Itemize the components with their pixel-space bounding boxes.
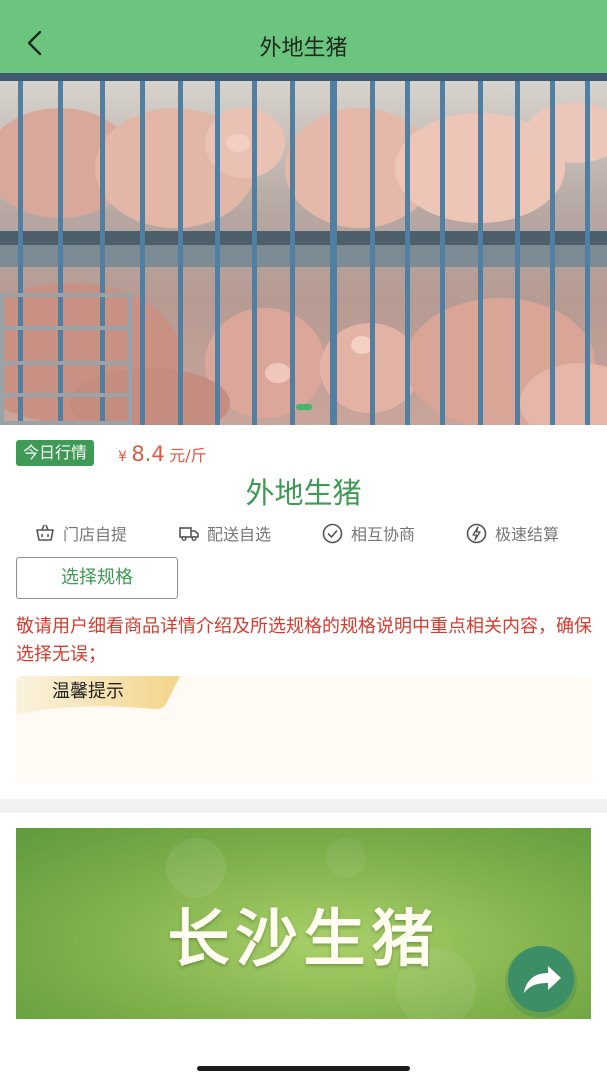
service-label: 极速结算: [495, 525, 560, 544]
share-button[interactable]: [497, 942, 585, 1018]
notice-text: 敬请用户细看商品详情介绍及所选规格的规格说明中重点相关内容，确保选择无误；: [16, 616, 592, 665]
pig-truck-photo: [0, 73, 607, 425]
tip-title: 温馨提示: [52, 681, 124, 702]
today-market-badge: 今日行情: [16, 440, 95, 466]
price-value: 8.4: [131, 442, 165, 466]
truck-icon: [179, 527, 199, 541]
product-name: 外地生猪: [245, 476, 362, 510]
check-circle-icon: [322, 523, 343, 543]
service-fast-settlement: 极速结算: [466, 521, 559, 545]
service-negotiation: 相互协商: [322, 521, 415, 545]
product-image-carousel[interactable]: [0, 73, 607, 425]
select-spec-button[interactable]: 选择规格: [16, 557, 178, 599]
service-label: 相互协商: [351, 525, 416, 544]
price-unit: 元/斤: [169, 446, 207, 465]
top-nav-bar: 外地生猪: [0, 0, 607, 73]
price: ¥ 8.4 元/斤: [118, 440, 207, 471]
carousel-indicator[interactable]: [296, 404, 312, 410]
service-store-pickup: 门店自提: [35, 521, 127, 545]
service-list: 门店自提 配送自选 相互协商 极速结算: [0, 521, 607, 545]
service-label: 门店自提: [63, 525, 128, 544]
lightning-icon: [466, 523, 487, 543]
page-title: 外地生猪: [259, 36, 348, 61]
service-delivery: 配送自选: [179, 521, 271, 545]
service-label: 配送自选: [207, 525, 272, 544]
currency-symbol: ¥: [118, 449, 127, 465]
home-indicator: [197, 1066, 410, 1071]
basket-icon: [36, 524, 54, 541]
section-separator: [0, 799, 607, 813]
